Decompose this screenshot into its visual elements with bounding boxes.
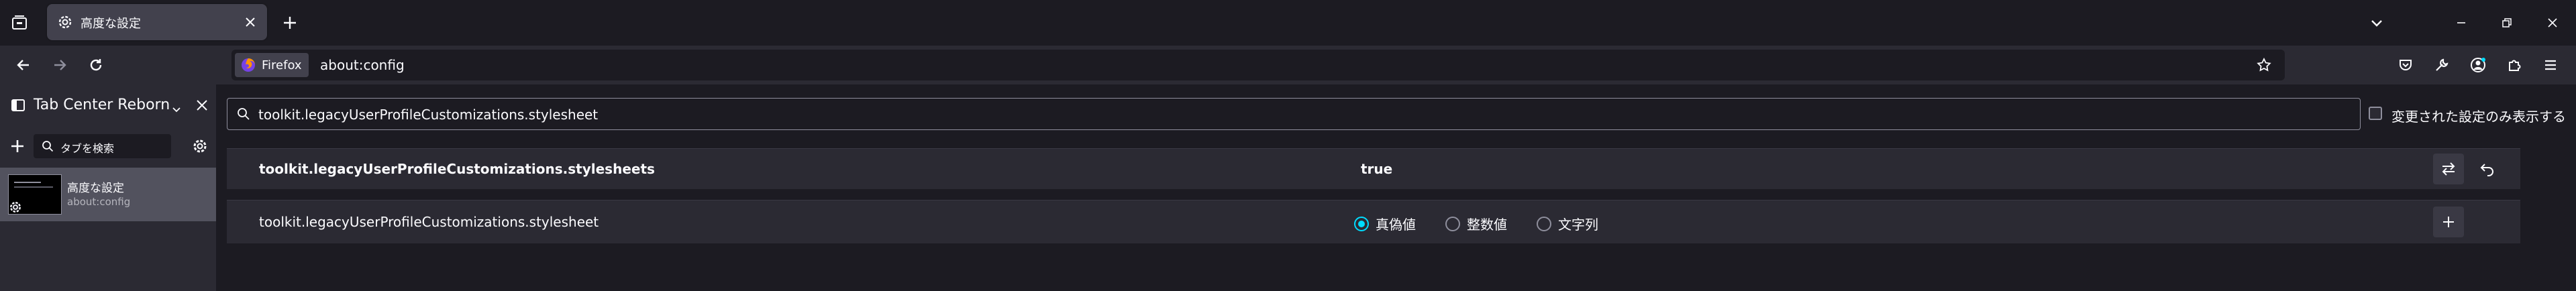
minimize-button[interactable] — [2449, 11, 2473, 35]
pref-value: true — [1361, 161, 1393, 177]
type-string-radio[interactable]: 文字列 — [1537, 214, 1598, 233]
address-bar[interactable]: Firefox about:config — [231, 50, 2285, 80]
pref-search-input[interactable]: toolkit.legacyUserProfileCustomizations.… — [227, 98, 2361, 130]
list-all-tabs-button[interactable] — [2365, 11, 2389, 35]
sidebar-title[interactable]: Tab Center Reborn — [34, 97, 170, 113]
radio-unchecked-icon — [1445, 216, 1460, 231]
url-text[interactable]: about:config — [320, 57, 405, 73]
tab-advanced-settings[interactable]: 高度な設定 — [47, 4, 267, 40]
radio-unchecked-icon — [1537, 216, 1551, 231]
bookmark-star-button[interactable] — [2253, 54, 2275, 76]
firefox-view-icon — [12, 15, 27, 30]
new-pref-row: toolkit.legacyUserProfileCustomizations.… — [227, 200, 2520, 243]
sidebar: Tab Center Reborn タブを検索 高度な設定 about:conf… — [0, 84, 217, 291]
account-icon — [2471, 58, 2485, 72]
close-icon — [246, 17, 255, 27]
restore-button[interactable] — [2495, 11, 2519, 35]
search-icon — [238, 108, 250, 120]
back-button[interactable] — [11, 52, 36, 78]
pref-name: toolkit.legacyUserProfileCustomizations.… — [259, 161, 655, 177]
restore-icon — [2502, 18, 2512, 27]
search-icon — [42, 141, 54, 152]
show-modified-only-checkbox[interactable] — [2369, 107, 2382, 120]
tab-strip: 高度な設定 — [0, 0, 2576, 46]
sidebar-close-button[interactable] — [192, 95, 212, 115]
identity-label: Firefox — [262, 58, 302, 72]
about-config-page: toolkit.legacyUserProfileCustomizations.… — [217, 84, 2576, 291]
extensions-button[interactable] — [2502, 52, 2527, 78]
reload-button[interactable] — [83, 52, 109, 78]
reload-icon — [90, 59, 102, 71]
toggle-button[interactable] — [2433, 154, 2464, 184]
plus-icon — [11, 140, 23, 152]
arrow-left-icon — [17, 60, 29, 70]
pref-row: toolkit.legacyUserProfileCustomizations.… — [227, 148, 2520, 189]
pref-type-radio-group: 真偽値 整数値 文字列 — [1354, 214, 1598, 233]
hamburger-menu-icon — [2545, 60, 2556, 70]
tab-title: 高度な設定 — [81, 17, 141, 31]
identity-box[interactable]: Firefox — [235, 53, 309, 77]
app-menu-button[interactable] — [2538, 52, 2563, 78]
chevron-down-icon — [2371, 20, 2382, 27]
minimize-icon — [2457, 22, 2465, 23]
toggle-arrows-icon — [2442, 162, 2455, 176]
sidebar-tab-item[interactable]: 高度な設定 about:config — [0, 168, 216, 221]
sidebar-new-tab-button[interactable] — [7, 135, 28, 157]
type-string-label: 文字列 — [1558, 217, 1598, 233]
gear-icon — [193, 139, 207, 153]
close-window-button[interactable] — [2540, 11, 2565, 35]
close-icon — [2548, 18, 2557, 27]
puzzle-icon — [2509, 60, 2521, 71]
wrench-icon — [2436, 58, 2449, 71]
plus-icon — [284, 17, 296, 29]
type-integer-radio[interactable]: 整数値 — [1445, 214, 1507, 233]
sidebar-tab-url: about:config — [67, 196, 131, 208]
sidebar-settings-button[interactable] — [189, 135, 211, 157]
undo-icon — [2480, 164, 2493, 176]
arrow-right-icon — [54, 60, 66, 70]
forward-button[interactable] — [47, 52, 72, 78]
star-icon — [2257, 58, 2271, 72]
chevron-down-icon[interactable] — [172, 105, 181, 114]
gear-icon — [58, 15, 72, 29]
plus-icon — [2443, 217, 2454, 227]
type-integer-label: 整数値 — [1467, 217, 1507, 233]
close-icon — [197, 100, 207, 111]
firefox-view-button[interactable] — [8, 11, 31, 34]
sidebar-search-input[interactable]: タブを検索 — [34, 134, 171, 158]
pocket-icon — [2400, 60, 2412, 70]
show-modified-only-label[interactable]: 変更された設定のみ表示する — [2391, 106, 2566, 125]
sidebar-search-placeholder: タブを検索 — [60, 142, 115, 155]
radio-checked-icon — [1354, 216, 1369, 231]
new-tab-button[interactable] — [278, 11, 302, 35]
pocket-button[interactable] — [2393, 52, 2418, 78]
sidebar-tab-title: 高度な設定 — [67, 182, 124, 195]
type-boolean-radio[interactable]: 真偽値 — [1354, 214, 1416, 233]
pref-search-value: toolkit.legacyUserProfileCustomizations.… — [258, 107, 599, 123]
type-boolean-label: 真偽値 — [1376, 217, 1416, 233]
developer-tools-button[interactable] — [2429, 52, 2455, 78]
gear-icon — [10, 202, 21, 213]
tab-close-button[interactable] — [240, 12, 260, 32]
add-pref-button[interactable] — [2433, 207, 2464, 237]
firefox-logo-icon — [242, 58, 255, 72]
pref-name: toolkit.legacyUserProfileCustomizations.… — [259, 214, 599, 230]
account-button[interactable] — [2465, 52, 2491, 78]
reset-button[interactable] — [2472, 154, 2503, 184]
sidebar-panel-icon — [11, 99, 25, 111]
